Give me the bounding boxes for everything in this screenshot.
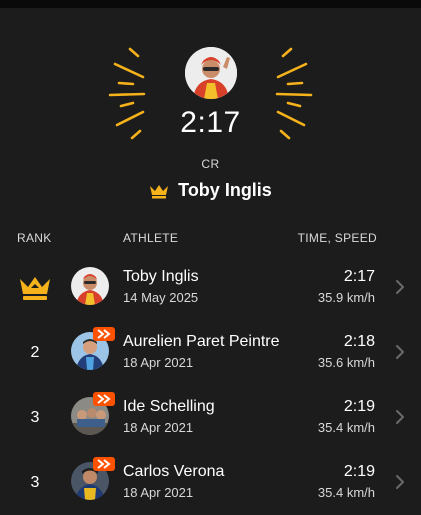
athlete-name: Carlos Verona — [123, 463, 225, 480]
column-header-time-speed: TIME, SPEED — [297, 231, 377, 245]
activity-date: 18 Apr 2021 — [123, 485, 194, 500]
rank-cell: 2 — [30, 343, 40, 361]
cr-holder-name: Toby Inglis — [178, 180, 272, 200]
cr-time: 2:17 — [180, 106, 241, 139]
chevron-right-icon — [396, 345, 404, 359]
activity-date: 18 Apr 2021 — [123, 420, 194, 435]
cr-holder-avatar[interactable] — [185, 47, 237, 99]
leaderboard-row[interactable]: Toby Inglis 14 May 2025 2:17 35.9 km/h — [0, 255, 421, 320]
effort-time: 2:18 — [343, 333, 375, 350]
column-header-rank: RANK — [17, 231, 52, 245]
leaderboard-row[interactable]: 3 Carlos Verona 18 Apr 2021 2:19 35.4 km… — [0, 450, 421, 515]
crown-icon — [20, 276, 50, 300]
leaderboard-row[interactable]: 3 Ide Schelling 18 Apr 2021 2:19 35.4 km… — [0, 385, 421, 450]
athlete-name: Aurelien Paret Peintre — [123, 333, 280, 350]
athlete-name: Toby Inglis — [123, 268, 199, 285]
effort-time: 2:19 — [343, 463, 375, 480]
effort-speed: 35.4 km/h — [317, 420, 375, 435]
cr-holder[interactable]: Toby Inglis — [0, 180, 421, 201]
avatar — [71, 267, 109, 305]
column-header-athlete: ATHLETE — [123, 231, 179, 245]
activity-date: 18 Apr 2021 — [123, 355, 194, 370]
cr-hero: 2:17 CR Toby Inglis — [0, 0, 421, 215]
effort-speed: 35.6 km/h — [317, 355, 375, 370]
activity-date: 14 May 2025 — [123, 290, 199, 305]
effort-time: 2:17 — [343, 268, 375, 285]
chevron-right-icon — [396, 410, 404, 424]
chevron-right-icon — [396, 475, 404, 489]
rank-cell: 3 — [30, 473, 40, 491]
effort-speed: 35.4 km/h — [317, 485, 375, 500]
athlete-name: Ide Schelling — [123, 398, 215, 415]
subscriber-badge-icon — [93, 327, 115, 341]
chevron-right-icon — [396, 280, 404, 294]
subscriber-badge-icon — [93, 457, 115, 471]
rank-cell — [18, 255, 52, 320]
subscriber-badge-icon — [93, 392, 115, 406]
crown-icon — [150, 184, 169, 198]
effort-time: 2:19 — [343, 398, 375, 415]
cr-label: CR — [201, 157, 220, 171]
leaderboard-row[interactable]: 2 Aurelien Paret Peintre 18 Apr 2021 2:1… — [0, 320, 421, 385]
effort-speed: 35.9 km/h — [317, 290, 375, 305]
rank-cell: 3 — [30, 408, 40, 426]
